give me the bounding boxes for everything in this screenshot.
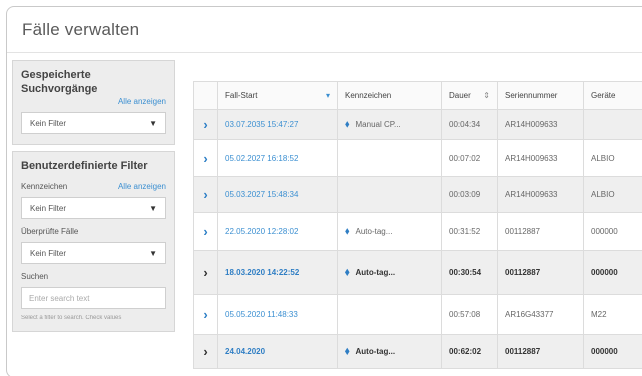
reviewed-cases-label: Überprüfte Fälle (21, 227, 79, 236)
saved-search-select-value: Kein Filter (30, 118, 67, 128)
tag-cell: ⬧ Auto-tag... (337, 250, 442, 295)
column-header-label: Dauer (449, 91, 471, 100)
duration-cell: 00:30:54 (441, 250, 498, 295)
tag-cell: ⬧ Manual CP... (337, 109, 442, 140)
device-cell: 000000 (583, 250, 642, 295)
tag-text: Auto-tag... (355, 347, 396, 356)
tag-text: Auto-tag... (355, 227, 393, 236)
custom-filters-panel: Benutzerdefinierte Filter Kennzeichen Al… (12, 151, 175, 332)
device-cell: 000000 (583, 212, 642, 251)
search-label: Suchen (21, 272, 49, 281)
sort-icon[interactable]: ⇕ (483, 91, 490, 100)
table-row[interactable]: › 22.05.2020 12:28:02 ⬧ Auto-tag... 00:31… (193, 212, 642, 251)
table-row[interactable]: › 05.05.2020 11:48:33 00:57:08 AR16G4337… (193, 294, 642, 335)
tag-cell (337, 294, 442, 335)
duration-cell: 00:03:09 (441, 176, 498, 213)
device-cell: ALBIO (583, 139, 642, 177)
case-start-cell[interactable]: 05.05.2020 11:48:33 (217, 294, 338, 335)
case-start-cell[interactable]: 03.07.2035 15:47:27 (217, 109, 338, 140)
duration-cell: 00:07:02 (441, 139, 498, 177)
chevron-right-icon[interactable]: › (193, 109, 218, 140)
column-header-expand (193, 81, 218, 110)
case-start-cell[interactable]: 22.05.2020 12:28:02 (217, 212, 338, 251)
serial-cell: 00112887 (497, 212, 584, 251)
search-note: Select a filter to search. Check values (21, 315, 122, 321)
device-cell (583, 109, 642, 140)
table-row[interactable]: › 03.07.2035 15:47:27 ⬧ Manual CP... 00:0… (193, 109, 642, 140)
table-header-row: Fall-Start ▾ Kennzeichen Dauer ⇕ Serienn… (193, 81, 642, 110)
chevron-right-icon[interactable]: › (193, 294, 218, 335)
tag-cell: ⬧ Auto-tag... (337, 212, 442, 251)
tag-cell (337, 176, 442, 213)
caret-down-icon: ▼ (149, 118, 157, 128)
case-start-cell[interactable]: 05.02.2027 16:18:52 (217, 139, 338, 177)
tag-cell (337, 139, 442, 177)
saved-search-select[interactable]: Kein Filter ▼ (21, 112, 166, 134)
app-window: Fälle verwalten Gespeicherte Suchvorgäng… (6, 6, 642, 376)
serial-cell: AR14H009633 (497, 139, 584, 177)
duration-cell: 00:62:02 (441, 334, 498, 369)
title-bar: Fälle verwalten (7, 7, 642, 53)
saved-searches-panel: Gespeicherte Suchvorgänge Alle anzeigen … (12, 60, 175, 145)
chevron-right-icon[interactable]: › (193, 139, 218, 177)
caret-down-icon: ▼ (149, 248, 157, 258)
saved-searches-title: Gespeicherte Suchvorgänge (21, 69, 98, 95)
cases-table: Fall-Start ▾ Kennzeichen Dauer ⇕ Serienn… (193, 81, 642, 369)
device-cell: ALBIO (583, 176, 642, 213)
tag-icon: ⬧ (345, 226, 350, 237)
table-row[interactable]: › 05.03.2027 15:48:34 00:03:09 AR14H0096… (193, 176, 642, 213)
custom-filters-title: Benutzerdefinierte Filter (21, 160, 148, 172)
chevron-right-icon[interactable]: › (193, 176, 218, 213)
tag-icon: ⬧ (345, 267, 350, 278)
table-row[interactable]: › 05.02.2027 16:18:52 00:07:02 AR14H0096… (193, 139, 642, 177)
chevron-right-icon[interactable]: › (193, 212, 218, 251)
chevron-right-icon[interactable]: › (193, 250, 218, 295)
case-start-cell[interactable]: 18.03.2020 14:22:52 (217, 250, 338, 295)
column-header-serial[interactable]: Seriennummer (497, 81, 584, 110)
column-header-case-start[interactable]: Fall-Start ▾ (217, 81, 338, 110)
table-row[interactable]: › 18.03.2020 14:22:52 ⬧ Auto-tag... 00:30… (193, 250, 642, 295)
tag-show-all-link[interactable]: Alle anzeigen (118, 182, 166, 191)
serial-cell: 00112887 (497, 250, 584, 295)
serial-cell: AR16G43377 (497, 294, 584, 335)
device-cell: 000000 (583, 334, 642, 369)
filter-sidebar: Gespeicherte Suchvorgänge Alle anzeigen … (12, 60, 175, 376)
serial-cell: AR14H009633 (497, 176, 584, 213)
duration-cell: 00:57:08 (441, 294, 498, 335)
duration-cell: 00:31:52 (441, 212, 498, 251)
case-start-cell[interactable]: 05.03.2027 15:48:34 (217, 176, 338, 213)
duration-cell: 00:04:34 (441, 109, 498, 140)
tag-filter-header: Kennzeichen Alle anzeigen (21, 182, 166, 191)
sort-desc-icon[interactable]: ▾ (326, 91, 330, 100)
caret-down-icon: ▼ (149, 203, 157, 213)
device-cell: M22 (583, 294, 642, 335)
column-header-device[interactable]: Geräte (583, 81, 642, 110)
serial-cell: AR14H009633 (497, 109, 584, 140)
page-title: Fälle verwalten (22, 19, 140, 39)
column-header-tag[interactable]: Kennzeichen (337, 81, 442, 110)
tag-icon: ⬧ (345, 346, 350, 357)
cases-table-container[interactable]: Fall-Start ▾ Kennzeichen Dauer ⇕ Serienn… (193, 81, 642, 376)
tag-text: Auto-tag... (355, 268, 396, 277)
tag-icon: ⬧ (345, 119, 350, 130)
reviewed-cases-select[interactable]: Kein Filter ▼ (21, 242, 166, 264)
reviewed-cases-select-value: Kein Filter (30, 248, 67, 258)
table-row[interactable]: › 24.04.2020 ⬧ Auto-tag... 00:62:02 00112… (193, 334, 642, 369)
tag-cell: ⬧ Auto-tag... (337, 334, 442, 369)
tag-text: Manual CP... (355, 120, 401, 129)
case-start-cell[interactable]: 24.04.2020 (217, 334, 338, 369)
search-input[interactable] (21, 287, 166, 309)
column-header-duration[interactable]: Dauer ⇕ (441, 81, 498, 110)
serial-cell: 00112887 (497, 334, 584, 369)
column-header-label: Fall-Start (225, 91, 258, 100)
tag-filter-select[interactable]: Kein Filter ▼ (21, 197, 166, 219)
saved-searches-show-all-link[interactable]: Alle anzeigen (21, 97, 166, 106)
tag-filter-select-value: Kein Filter (30, 203, 67, 213)
tag-filter-label: Kennzeichen (21, 182, 68, 191)
chevron-right-icon[interactable]: › (193, 334, 218, 369)
